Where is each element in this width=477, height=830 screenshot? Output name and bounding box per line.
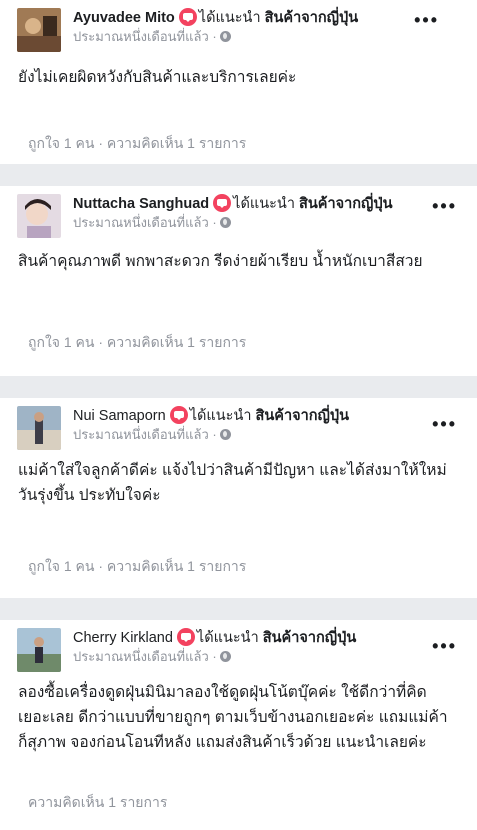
post-meta: ประมาณหนึ่งเดือนที่แล้ว ·: [73, 648, 231, 666]
recommend-icon: [169, 406, 188, 424]
review-text-line: ลองซื้อเครื่องดูดฝุ่นมินิมาลองใช้ดูดฝุ่น…: [18, 684, 427, 701]
page-name-link[interactable]: สินค้าจากญี่ปุ่น: [263, 630, 357, 646]
recommends-label: ได้แนะนำ: [196, 630, 259, 646]
post-timestamp[interactable]: ประมาณหนึ่งเดือนที่แล้ว ·: [73, 215, 217, 230]
post-separator: [0, 598, 477, 620]
globe-icon: [219, 429, 231, 440]
more-options-button[interactable]: •••: [432, 636, 457, 657]
avatar[interactable]: [17, 628, 61, 672]
post-author-line: Nuttacha Sanghuad ได้แนะนำ สินค้าจากญี่ปุ…: [73, 194, 393, 214]
post-meta: ประมาณหนึ่งเดือนที่แล้ว ·: [73, 426, 231, 444]
review-post: Nui Samaporn ได้แนะนำ สินค้าจากญี่ปุ่น ปร…: [0, 398, 477, 598]
more-options-button[interactable]: •••: [432, 196, 457, 217]
review-post: Ayuvadee Mito ได้แนะนำ สินค้าจากญี่ปุ่น ป…: [0, 0, 477, 164]
globe-icon: [219, 217, 231, 228]
page-name-link[interactable]: สินค้าจากญี่ปุ่น: [256, 408, 350, 424]
comments-summary[interactable]: ความคิดเห็น 1 รายการ: [28, 794, 167, 810]
post-footer[interactable]: ถูกใจ 1 คน · ความคิดเห็น 1 รายการ: [0, 332, 246, 354]
globe-icon: [219, 651, 231, 662]
page-name-link[interactable]: สินค้าจากญี่ปุ่น: [265, 10, 359, 26]
page-name-link[interactable]: สินค้าจากญี่ปุ่น: [299, 196, 393, 212]
review-text: ยังไม่เคยผิดหวังกับสินค้าและบริการเลยค่ะ: [0, 60, 477, 90]
globe-icon: [219, 31, 231, 42]
review-text-line: เยอะเลย ดีกว่าแบบที่ขายถูกๆ ตามเว็บข้างน…: [18, 709, 448, 726]
author-name[interactable]: Nuttacha Sanghuad: [73, 196, 209, 212]
recommend-icon: [213, 194, 232, 212]
review-text: แม่ค้าใส่ใจลูกค้าดีค่ะ แจ้งไปว่าสินค้ามี…: [0, 458, 477, 508]
post-meta: ประมาณหนึ่งเดือนที่แล้ว ·: [73, 214, 231, 232]
recommend-icon: [176, 628, 195, 646]
reactions-summary[interactable]: ถูกใจ 1 คน · ความคิดเห็น 1 รายการ: [28, 334, 246, 350]
post-timestamp[interactable]: ประมาณหนึ่งเดือนที่แล้ว ·: [73, 29, 217, 44]
recommends-label: ได้แนะนำ: [233, 196, 295, 212]
author-name[interactable]: Nui Samaporn: [73, 408, 166, 424]
post-header: Nuttacha Sanghuad ได้แนะนำ สินค้าจากญี่ปุ…: [0, 186, 477, 246]
post-footer[interactable]: ความคิดเห็น 1 รายการ: [0, 792, 167, 814]
more-options-button[interactable]: •••: [414, 10, 439, 31]
review-text-line: สินค้าคุณภาพดี พกพาสะดวก รีดง่ายผ้าเรียบ…: [18, 253, 423, 270]
reactions-summary[interactable]: ถูกใจ 1 คน · ความคิดเห็น 1 รายการ: [28, 558, 246, 574]
post-footer[interactable]: ถูกใจ 1 คน · ความคิดเห็น 1 รายการ: [0, 133, 246, 155]
post-header: Nui Samaporn ได้แนะนำ สินค้าจากญี่ปุ่น ปร…: [0, 398, 477, 458]
recommend-icon: [178, 8, 197, 26]
review-text-line: ยังไม่เคยผิดหวังกับสินค้าและบริการเลยค่ะ: [18, 69, 297, 86]
post-meta: ประมาณหนึ่งเดือนที่แล้ว ·: [73, 28, 231, 46]
recommends-label: ได้แนะนำ: [189, 408, 252, 424]
avatar[interactable]: [17, 406, 61, 450]
review-post: Nuttacha Sanghuad ได้แนะนำ สินค้าจากญี่ปุ…: [0, 186, 477, 376]
post-author-line: Cherry Kirkland ได้แนะนำ สินค้าจากญี่ปุ่น: [73, 628, 356, 648]
reactions-summary[interactable]: ถูกใจ 1 คน · ความคิดเห็น 1 รายการ: [28, 135, 246, 151]
review-text-line: วันรุ่งขึ้น ประทับใจค่ะ: [18, 487, 161, 504]
post-footer[interactable]: ถูกใจ 1 คน · ความคิดเห็น 1 รายการ: [0, 556, 246, 578]
post-header: Cherry Kirkland ได้แนะนำ สินค้าจากญี่ปุ่น…: [0, 620, 477, 680]
review-post: Cherry Kirkland ได้แนะนำ สินค้าจากญี่ปุ่น…: [0, 620, 477, 830]
post-separator: [0, 164, 477, 186]
reviews-feed: Ayuvadee Mito ได้แนะนำ สินค้าจากญี่ปุ่น ป…: [0, 0, 477, 830]
avatar[interactable]: [17, 194, 61, 238]
review-text: สินค้าคุณภาพดี พกพาสะดวก รีดง่ายผ้าเรียบ…: [0, 246, 477, 274]
author-name[interactable]: Cherry Kirkland: [73, 630, 173, 646]
review-text-line: ก็สุภาพ จองก่อนโอนทีหลัง แถมส่งสินค้าเร็…: [18, 734, 427, 751]
recommends-label: ได้แนะนำ: [198, 10, 261, 26]
author-name[interactable]: Ayuvadee Mito: [73, 10, 175, 26]
post-separator: [0, 376, 477, 398]
review-text-line: แม่ค้าใส่ใจลูกค้าดีค่ะ แจ้งไปว่าสินค้ามี…: [18, 462, 447, 479]
review-text: ลองซื้อเครื่องดูดฝุ่นมินิมาลองใช้ดูดฝุ่น…: [0, 680, 477, 755]
post-author-line: Nui Samaporn ได้แนะนำ สินค้าจากญี่ปุ่น: [73, 406, 349, 426]
post-header: Ayuvadee Mito ได้แนะนำ สินค้าจากญี่ปุ่น ป…: [0, 0, 477, 60]
avatar[interactable]: [17, 8, 61, 52]
post-timestamp[interactable]: ประมาณหนึ่งเดือนที่แล้ว ·: [73, 649, 217, 664]
post-author-line: Ayuvadee Mito ได้แนะนำ สินค้าจากญี่ปุ่น: [73, 8, 358, 28]
post-timestamp[interactable]: ประมาณหนึ่งเดือนที่แล้ว ·: [73, 427, 217, 442]
more-options-button[interactable]: •••: [432, 414, 457, 435]
